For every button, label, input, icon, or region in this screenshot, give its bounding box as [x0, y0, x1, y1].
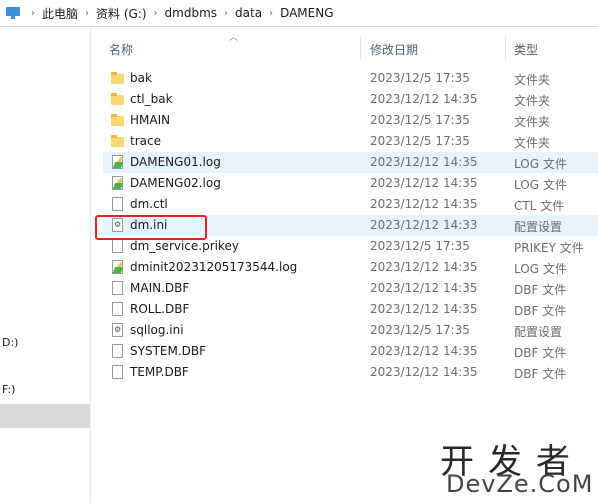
- watermark-text: DevZe.CoM: [446, 470, 594, 498]
- file-type: DBF 文件: [514, 346, 567, 360]
- file-date: 2023/12/12 14:35: [370, 302, 478, 316]
- file-row[interactable]: sqllog.ini 2023/12/5 17:35 配置设置: [103, 320, 598, 341]
- file-row[interactable]: HMAIN 2023/12/5 17:35 文件夹: [103, 110, 598, 131]
- breadcrumb-item[interactable]: dmdbms: [165, 6, 217, 20]
- file-row[interactable]: SYSTEM.DBF 2023/12/12 14:35 DBF 文件: [103, 341, 598, 362]
- breadcrumb-item[interactable]: data: [235, 6, 262, 20]
- file-name: SYSTEM.DBF: [130, 344, 207, 358]
- file-name: sqllog.ini: [130, 323, 184, 337]
- file-date: 2023/12/12 14:35: [370, 365, 478, 379]
- file-type: DBF 文件: [514, 304, 567, 318]
- nav-selected-item[interactable]: [0, 404, 90, 428]
- log-file-icon: [110, 260, 125, 275]
- file-row[interactable]: DAMENG02.log 2023/12/12 14:35 LOG 文件: [103, 173, 598, 194]
- file-type: PRIKEY 文件: [514, 241, 584, 255]
- file-icon: [110, 239, 125, 254]
- file-name: MAIN.DBF: [130, 281, 190, 295]
- file-type: LOG 文件: [514, 178, 567, 192]
- file-date: 2023/12/5 17:35: [370, 323, 470, 337]
- file-date: 2023/12/12 14:35: [370, 260, 478, 274]
- nav-item-drive-d[interactable]: D:): [2, 336, 18, 349]
- file-type: DBF 文件: [514, 283, 567, 297]
- file-row[interactable]: MAIN.DBF 2023/12/12 14:35 DBF 文件: [103, 278, 598, 299]
- file-name: dminit20231205173544.log: [130, 260, 298, 274]
- file-row[interactable]: trace 2023/12/5 17:35 文件夹: [103, 131, 598, 152]
- column-type[interactable]: 类型: [514, 41, 538, 58]
- nav-item-drive-f[interactable]: F:): [2, 383, 15, 396]
- file-icon: [110, 365, 125, 380]
- file-name: DAMENG02.log: [130, 176, 221, 190]
- file-row[interactable]: ROLL.DBF 2023/12/12 14:35 DBF 文件: [103, 299, 598, 320]
- folder-icon: [110, 71, 125, 86]
- file-name: ctl_bak: [130, 92, 173, 106]
- file-date: 2023/12/5 17:35: [370, 239, 470, 253]
- file-icon: [110, 344, 125, 359]
- file-type: 配置设置: [514, 325, 563, 339]
- file-type: CTL 文件: [514, 199, 565, 213]
- file-type: LOG 文件: [514, 262, 567, 276]
- file-date: 2023/12/12 14:35: [370, 197, 478, 211]
- file-row[interactable]: DAMENG01.log 2023/12/12 14:35 LOG 文件: [103, 152, 598, 173]
- file-row[interactable]: TEMP.DBF 2023/12/12 14:35 DBF 文件: [103, 362, 598, 383]
- file-date: 2023/12/5 17:35: [370, 134, 470, 148]
- log-file-icon: [110, 155, 125, 170]
- chevron-right-icon: ›: [31, 7, 35, 19]
- file-date: 2023/12/12 14:35: [370, 281, 478, 295]
- file-type: 文件夹: [514, 115, 551, 129]
- breadcrumb-item[interactable]: 资料 (G:): [96, 5, 147, 22]
- file-row[interactable]: dm.ctl 2023/12/12 14:35 CTL 文件: [103, 194, 598, 215]
- breadcrumb: 此电脑 › 资料 (G:) › dmdbms › data › DAMENG: [42, 5, 334, 22]
- file-name: HMAIN: [130, 113, 171, 127]
- folder-icon: [110, 134, 125, 149]
- file-name: dm.ctl: [130, 197, 168, 211]
- file-date: 2023/12/12 14:35: [370, 155, 478, 169]
- breadcrumb-item[interactable]: 此电脑: [42, 5, 78, 22]
- ini-file-icon: [110, 323, 125, 338]
- file-name: TEMP.DBF: [130, 365, 189, 379]
- chevron-right-icon: ›: [224, 7, 229, 19]
- highlight-annotation-box: [95, 215, 207, 240]
- file-date: 2023/12/12 14:35: [370, 344, 478, 358]
- folder-icon: [110, 92, 125, 107]
- file-name: dm_service.prikey: [130, 239, 239, 253]
- navigation-pane: D:) F:): [0, 28, 91, 503]
- file-date: 2023/12/12 14:33: [370, 218, 478, 232]
- column-divider[interactable]: [505, 36, 506, 60]
- chevron-right-icon: ›: [153, 7, 158, 19]
- file-name: trace: [130, 134, 161, 148]
- computer-icon: [6, 7, 20, 19]
- column-date[interactable]: 修改日期: [370, 41, 418, 58]
- file-date: 2023/12/5 17:35: [370, 71, 470, 85]
- chevron-right-icon: ›: [85, 7, 90, 19]
- file-row[interactable]: bak 2023/12/5 17:35 文件夹: [103, 68, 598, 89]
- breadcrumb-item[interactable]: DAMENG: [280, 6, 333, 20]
- column-name[interactable]: 名称: [109, 41, 133, 58]
- file-icon: [110, 197, 125, 212]
- file-type: 文件夹: [514, 136, 551, 150]
- file-name: ROLL.DBF: [130, 302, 190, 316]
- file-date: 2023/12/12 14:35: [370, 92, 478, 106]
- file-row[interactable]: dminit20231205173544.log 2023/12/12 14:35…: [103, 257, 598, 278]
- column-divider[interactable]: [360, 36, 361, 60]
- file-date: 2023/12/12 14:35: [370, 176, 478, 190]
- file-row[interactable]: ctl_bak 2023/12/12 14:35 文件夹: [103, 89, 598, 110]
- file-type: DBF 文件: [514, 367, 567, 381]
- file-date: 2023/12/5 17:35: [370, 113, 470, 127]
- chevron-right-icon: ›: [269, 7, 274, 19]
- folder-icon: [110, 113, 125, 128]
- column-header: ︿ 名称 修改日期 类型: [98, 33, 598, 60]
- file-icon: [110, 302, 125, 317]
- file-type: 文件夹: [514, 94, 551, 108]
- file-name: DAMENG01.log: [130, 155, 221, 169]
- sort-ascending-icon: ︿: [229, 33, 239, 43]
- log-file-icon: [110, 176, 125, 191]
- file-type: 文件夹: [514, 73, 551, 87]
- file-icon: [110, 281, 125, 296]
- file-type: LOG 文件: [514, 157, 567, 171]
- file-name: bak: [130, 71, 152, 85]
- file-type: 配置设置: [514, 220, 563, 234]
- address-bar[interactable]: › 此电脑 › 资料 (G:) › dmdbms › data › DAMENG: [0, 0, 598, 27]
